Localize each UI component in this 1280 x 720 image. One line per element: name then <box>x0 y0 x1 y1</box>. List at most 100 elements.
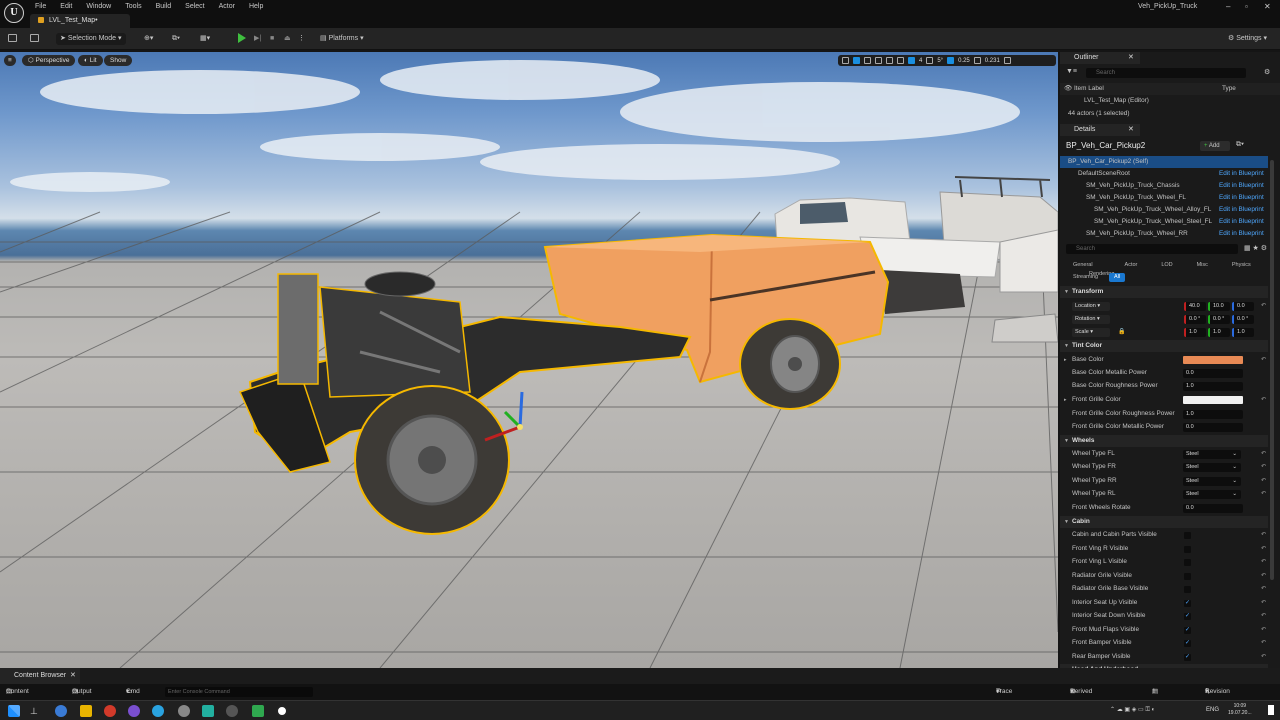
unreal-logo-icon[interactable]: U <box>4 3 24 23</box>
cabin-option-checkbox[interactable] <box>1184 559 1191 566</box>
save-icon[interactable] <box>8 33 17 45</box>
scale-snap-value[interactable]: 0.25 <box>958 58 970 64</box>
reset-icon[interactable]: ↶ <box>1261 556 1266 568</box>
menu-tools[interactable]: Tools <box>118 2 148 12</box>
menu-help[interactable]: Help <box>242 2 270 12</box>
reset-icon[interactable]: ↶ <box>1261 300 1266 312</box>
scale-y-input[interactable]: 1.0 <box>1208 327 1230 337</box>
lit-button[interactable]: ◐ Lit <box>78 55 103 66</box>
tab-streaming[interactable]: Streaming <box>1068 273 1103 282</box>
add-component-button[interactable]: + Add <box>1200 141 1230 151</box>
cabin-section[interactable]: ▼ Cabin <box>1060 516 1268 528</box>
app-icon-5[interactable] <box>252 705 264 717</box>
rotation-y-input[interactable]: 0.0 ° <box>1208 314 1230 324</box>
tab-general[interactable]: General <box>1068 261 1098 270</box>
telegram-icon[interactable] <box>152 705 164 717</box>
level-tab[interactable]: LVL_Test_Map• <box>30 14 130 28</box>
tab-all[interactable]: All <box>1109 273 1126 282</box>
outliner-close-icon[interactable]: ✕ <box>1128 52 1134 64</box>
reset-icon[interactable]: ↶ <box>1261 394 1266 406</box>
scale-dropdown[interactable]: Scale ▾ <box>1072 327 1110 337</box>
reset-icon[interactable]: ↶ <box>1261 570 1266 582</box>
edit-in-blueprint-link[interactable]: Edit in Blueprint <box>1219 228 1264 240</box>
viewport-menu-icon[interactable]: ≡ <box>4 55 16 66</box>
rotation-snap-icon[interactable] <box>926 57 934 64</box>
task-view-icon[interactable]: ⊥ <box>30 705 42 717</box>
chrome-icon[interactable] <box>55 705 67 717</box>
location-z-input[interactable]: 0.0 <box>1232 301 1254 311</box>
reset-icon[interactable]: ↶ <box>1261 543 1266 555</box>
base-color-swatch[interactable] <box>1183 356 1243 364</box>
app-icon-2[interactable] <box>178 705 190 717</box>
menu-build[interactable]: Build <box>149 2 179 12</box>
wheel-rl-select[interactable]: Steel ⌄ <box>1183 489 1241 499</box>
outliner-tab[interactable]: Outliner ✕ <box>1060 52 1140 64</box>
reset-icon[interactable]: ↶ <box>1261 610 1266 622</box>
level-viewport[interactable]: ≡ ⬡ Perspective ◐ Lit Show 4 5° 0.25 0.2… <box>0 52 1058 668</box>
perspective-button[interactable]: ⬡ Perspective <box>22 55 76 66</box>
reset-icon[interactable]: ↶ <box>1261 461 1266 473</box>
cabin-option-checkbox[interactable]: ✓ <box>1184 653 1191 661</box>
tray-icons[interactable]: ⌃ ☁ ▣ ◈ ▭ ⚿ ◐ <box>1110 706 1155 714</box>
cabin-option-checkbox[interactable] <box>1184 572 1191 580</box>
details-search-input[interactable]: Search <box>1066 244 1238 254</box>
content-browser-close-icon[interactable]: ✕ <box>70 668 76 684</box>
component-wheel-rr[interactable]: SM_Veh_PickUp_Truck_Wheel_RR Edit in Blue… <box>1060 228 1268 240</box>
tab-misc[interactable]: Misc <box>1192 261 1213 270</box>
trace-dropdown[interactable]: ⇄ Trace ▾ <box>996 684 1012 700</box>
component-self[interactable]: BP_Veh_Car_Pickup2 (Self) <box>1060 156 1268 168</box>
grid-snap-value[interactable]: 4 <box>919 58 922 64</box>
eject-icon[interactable]: ⏏ <box>284 33 291 45</box>
type-header[interactable]: Type <box>1222 83 1236 95</box>
scale-z-input[interactable]: 1.0 <box>1232 327 1254 337</box>
roughness-input[interactable]: 1.0 <box>1183 381 1243 391</box>
camera-speed-value[interactable]: 0.231 <box>985 58 1000 64</box>
metallic-input[interactable]: 0.0 <box>1183 368 1243 378</box>
wheels-rotate-input[interactable]: 0.0 <box>1183 503 1243 513</box>
edit-in-blueprint-link[interactable]: Edit in Blueprint <box>1219 192 1264 204</box>
tint-color-section[interactable]: ▼ Tint Color <box>1060 340 1268 352</box>
clock[interactable]: 10:09 19.07.20... <box>1228 703 1252 717</box>
browser-icon[interactable] <box>104 705 116 717</box>
minimize-icon[interactable]: – <box>1226 2 1230 11</box>
scale-x-input[interactable]: 1.0 <box>1184 327 1206 337</box>
maximize-icon[interactable]: ▫ <box>1245 2 1248 11</box>
tab-actor[interactable]: Actor <box>1120 261 1143 270</box>
select-tool-icon[interactable] <box>842 57 849 64</box>
browse-icon[interactable] <box>30 33 39 45</box>
component-wheel-fl[interactable]: SM_Veh_PickUp_Truck_Wheel_FL Edit in Blue… <box>1060 192 1268 204</box>
location-y-input[interactable]: 10.0 <box>1208 301 1230 311</box>
more-icon[interactable]: ⋮ <box>298 33 305 45</box>
details-scrollbar[interactable] <box>1270 160 1274 580</box>
reset-icon[interactable]: ↶ <box>1261 583 1266 595</box>
location-x-input[interactable]: 40.0 <box>1184 301 1206 311</box>
reset-icon[interactable]: ↶ <box>1261 637 1266 649</box>
add-actor-icon[interactable]: ⊕▾ <box>144 33 153 45</box>
menu-edit[interactable]: Edit <box>53 2 79 12</box>
grid-snap-icon[interactable] <box>908 57 915 64</box>
revision-control-dropdown[interactable]: ⇅ Revision Control ▾ <box>1205 684 1230 711</box>
transform-section[interactable]: ▼ Transform <box>1060 286 1268 298</box>
component-wheel-steel[interactable]: SM_Veh_PickUp_Truck_Wheel_Steel_FL Edit i… <box>1060 216 1268 228</box>
menu-file[interactable]: File <box>28 2 53 12</box>
component-chassis[interactable]: SM_Veh_PickUp_Truck_Chassis Edit in Bluep… <box>1060 180 1268 192</box>
move-tool-icon[interactable] <box>853 57 860 64</box>
show-button[interactable]: Show <box>104 55 133 66</box>
details-close-icon[interactable]: ✕ <box>1128 124 1134 136</box>
menu-actor[interactable]: Actor <box>212 2 242 12</box>
camera-speed-icon[interactable] <box>973 57 981 64</box>
lock-icon[interactable]: 🔒 <box>1118 326 1125 338</box>
close-window-icon[interactable]: ✕ <box>1264 2 1271 11</box>
wheels-section[interactable]: ▼ Wheels <box>1060 435 1268 447</box>
rotation-dropdown[interactable]: Rotation ▾ <box>1072 314 1110 324</box>
blueprint-icon[interactable]: ⧉▾ <box>172 33 180 45</box>
platforms-dropdown[interactable]: ▤ Platforms ▾ <box>320 33 364 45</box>
settings-dropdown[interactable]: ⚙ Settings ▾ <box>1228 33 1267 45</box>
console-input[interactable]: Enter Console Command <box>165 687 313 697</box>
surface-snap-icon[interactable] <box>897 57 904 64</box>
reset-icon[interactable]: ↶ <box>1261 651 1266 663</box>
cabin-option-checkbox[interactable] <box>1184 586 1191 593</box>
grille-roughness-input[interactable]: 1.0 <box>1183 409 1243 419</box>
app-icon-3[interactable] <box>202 705 214 717</box>
language-indicator[interactable]: ENG <box>1206 707 1219 713</box>
